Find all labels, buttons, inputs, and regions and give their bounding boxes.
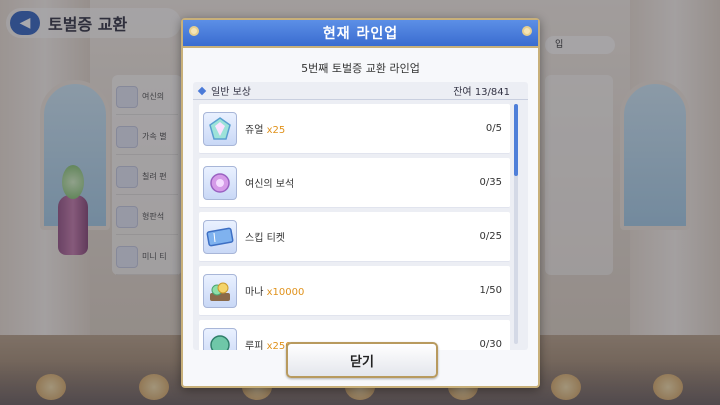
modal-subtitle: 5번째 토벌증 교환 라인업 (301, 62, 420, 75)
reward-row: 쥬얼 x25 0/5 (199, 104, 510, 154)
jewel-icon (203, 111, 237, 146)
diamond-bullet-icon (197, 86, 207, 95)
reward-row: 여신의 보석 0/35 (199, 158, 510, 208)
ornament-icon (189, 26, 199, 36)
item-count: 1/50 (479, 285, 502, 296)
lineup-modal: 현재 라인업 5번째 토벌증 교환 라인업 일반 보상 잔여 13/841 쥬얼… (181, 18, 540, 388)
scrollbar-thumb[interactable] (514, 104, 518, 176)
item-count: 0/5 (485, 123, 502, 134)
item-count: 0/30 (479, 339, 502, 350)
item-name: 여신의 보석 (245, 179, 295, 190)
list-scrollbar[interactable] (514, 104, 518, 344)
item-name: 루피 (245, 341, 264, 350)
reward-list[interactable]: 일반 보상 잔여 13/841 쥬얼 x25 0/5 여신의 보석 0/35 스… (193, 82, 528, 350)
remaining-count: 잔여 13/841 (453, 87, 510, 98)
item-name: 스킵 티켓 (245, 233, 285, 244)
item-count: 0/35 (479, 177, 502, 188)
goddess-gem-icon (203, 165, 237, 200)
mana-icon (203, 273, 237, 308)
item-quantity: x25 (266, 125, 286, 136)
item-quantity: x10000 (266, 287, 305, 298)
section-label: 일반 보상 (211, 87, 251, 98)
skip-ticket-icon (203, 219, 237, 254)
modal-title: 현재 라인업 (322, 26, 399, 42)
rupee-icon (203, 327, 237, 350)
reward-row: 마나 x10000 1/50 (199, 266, 510, 316)
item-name: 쥬얼 (245, 125, 264, 136)
reward-row: 스킵 티켓 0/25 (199, 212, 510, 262)
ornament-icon (522, 26, 532, 36)
list-header: 일반 보상 잔여 13/841 (193, 82, 528, 100)
close-button[interactable]: 닫기 (286, 342, 438, 378)
modal-header: 현재 라인업 (183, 20, 538, 48)
item-count: 0/25 (479, 231, 502, 242)
item-name: 마나 (245, 287, 264, 298)
